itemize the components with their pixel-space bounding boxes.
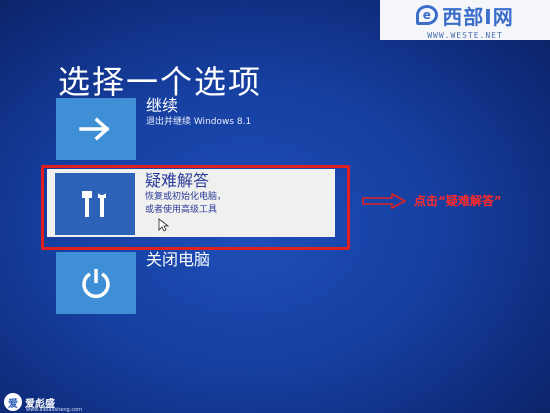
- watermark-bottom: 爱 爱彪盛 www.aibiaosheng.com: [4, 393, 82, 413]
- option-continue[interactable]: 继续 退出并继续 Windows 8.1: [56, 96, 252, 160]
- watermark-url: WWW.WESTE.NET: [427, 30, 503, 40]
- footer-url: www.aibiaosheng.com: [26, 407, 82, 413]
- watermark-brand: 西部I网: [442, 4, 514, 29]
- hollow-arrow-icon: [362, 192, 406, 209]
- mouse-cursor-icon: [158, 218, 170, 232]
- shutdown-tile[interactable]: [56, 252, 136, 314]
- continue-tile[interactable]: [56, 98, 136, 160]
- arrow-right-icon: [79, 117, 110, 141]
- watermark-top: e 西部I网 WWW.WESTE.NET: [380, 0, 550, 40]
- power-icon: [82, 269, 110, 299]
- continue-label: 继续: [146, 96, 179, 115]
- highlight-box: [41, 165, 350, 250]
- shutdown-label: 关闭电脑: [146, 250, 211, 269]
- annotation: 点击“疑难解答”: [362, 192, 502, 209]
- footer-logo-icon: 爱: [4, 393, 22, 411]
- continue-description: 退出并继续 Windows 8.1: [146, 117, 252, 127]
- annotation-text: 点击“疑难解答”: [414, 194, 502, 208]
- watermark-logo-icon: e: [416, 5, 439, 25]
- option-shutdown[interactable]: 关闭电脑: [56, 250, 211, 314]
